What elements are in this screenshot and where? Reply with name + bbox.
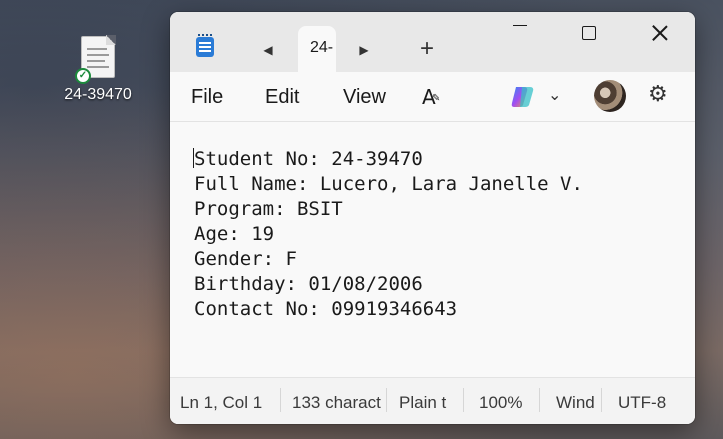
text-editor[interactable]: Student No: 24-39470 Full Name: Lucero, … [170,122,695,377]
desktop-file-icon[interactable]: ✓ 24-39470 [52,35,144,116]
maximize-button[interactable] [566,18,612,48]
user-avatar[interactable] [594,80,626,112]
status-divider [463,388,464,412]
editor-line[interactable]: Gender: F [194,248,297,270]
minimize-button[interactable] [497,18,543,48]
menu-file[interactable]: File [191,86,223,109]
copilot-icon[interactable] [510,85,536,109]
minimize-icon [513,24,527,26]
chevron-right-icon[interactable]: ▶ [354,40,374,60]
title-bar: ◀ 24- ▶ + [170,12,695,72]
chevron-down-icon[interactable]: ⌄ [548,85,561,105]
menu-edit[interactable]: Edit [265,86,299,109]
tab-label: 24- [310,39,334,56]
notepad-icon [196,34,214,57]
status-character-count: 133 charact [292,393,381,412]
status-file-format[interactable]: Plain t [399,393,451,413]
sync-check-icon: ✓ [75,68,91,84]
editor-line[interactable]: Contact No: 09919346643 [194,298,457,320]
status-divider [280,388,281,412]
editor-line[interactable]: Age: 19 [194,223,274,245]
editor-line[interactable]: Student No: 24-39470 [194,148,423,170]
chevron-left-icon[interactable]: ◀ [258,40,278,60]
status-bar: Ln 1, Col 1 133 charact Plain t 100% Win… [170,377,695,424]
editor-line[interactable]: Birthday: 01/08/2006 [194,273,423,295]
maximize-icon [582,26,596,40]
editor-line[interactable]: Full Name: Lucero, Lara Janelle V. [194,173,583,195]
desktop-file-label: 24-39470 [64,86,132,103]
menu-view[interactable]: View [343,86,386,109]
new-tab-button[interactable]: + [416,36,438,62]
gear-icon[interactable]: ⚙ [648,82,668,107]
close-icon [652,25,668,41]
status-zoom[interactable]: 100% [479,393,529,413]
status-encoding[interactable]: UTF-8 [618,393,678,413]
close-button[interactable] [637,18,683,48]
text-file-icon: ✓ [75,35,116,84]
tab-document[interactable]: 24- [298,26,336,72]
text-format-icon[interactable]: A ✎ [422,85,440,109]
menu-bar: File Edit View A ✎ ⌄ ⚙ [170,72,695,122]
status-line-ending[interactable]: Wind [556,393,598,413]
notepad-window: ◀ 24- ▶ + File Edit View A ✎ ⌄ ⚙ Student… [170,12,695,424]
status-divider [539,388,540,412]
editor-line[interactable]: Program: BSIT [194,198,343,220]
status-divider [601,388,602,412]
status-cursor-position: Ln 1, Col 1 [180,393,263,412]
status-divider [386,388,387,412]
